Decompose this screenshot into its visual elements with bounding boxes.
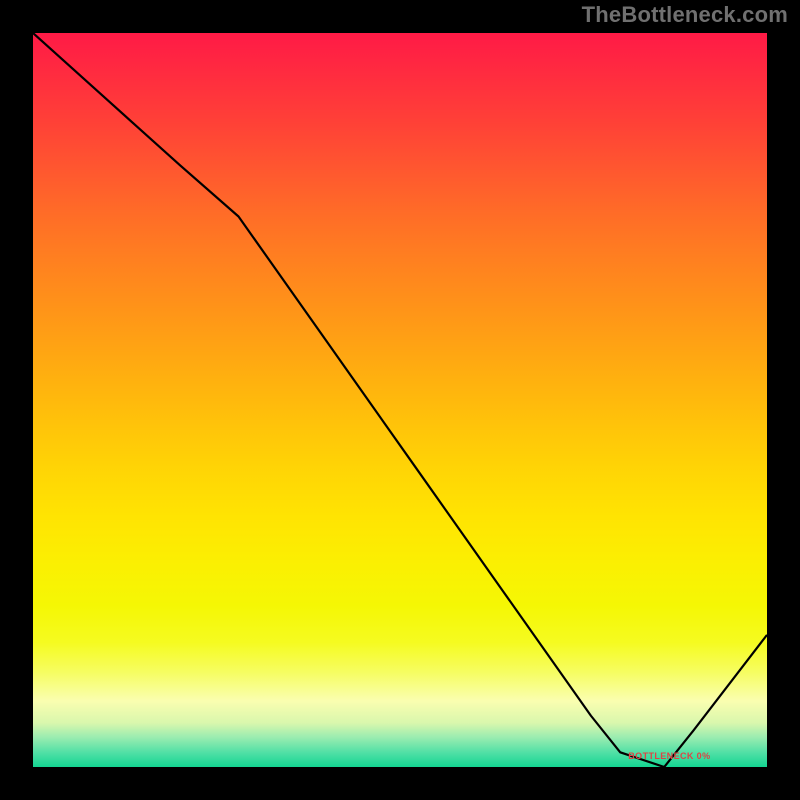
chart-stage: TheBottleneck.com BOTTLENECK 0% (0, 0, 800, 800)
watermark-text: TheBottleneck.com (582, 2, 788, 28)
line-chart-svg (33, 33, 767, 767)
plot-area: BOTTLENECK 0% (30, 30, 770, 770)
bottleneck-curve-path (33, 33, 767, 767)
bottleneck-zero-label: BOTTLENECK 0% (628, 751, 710, 761)
